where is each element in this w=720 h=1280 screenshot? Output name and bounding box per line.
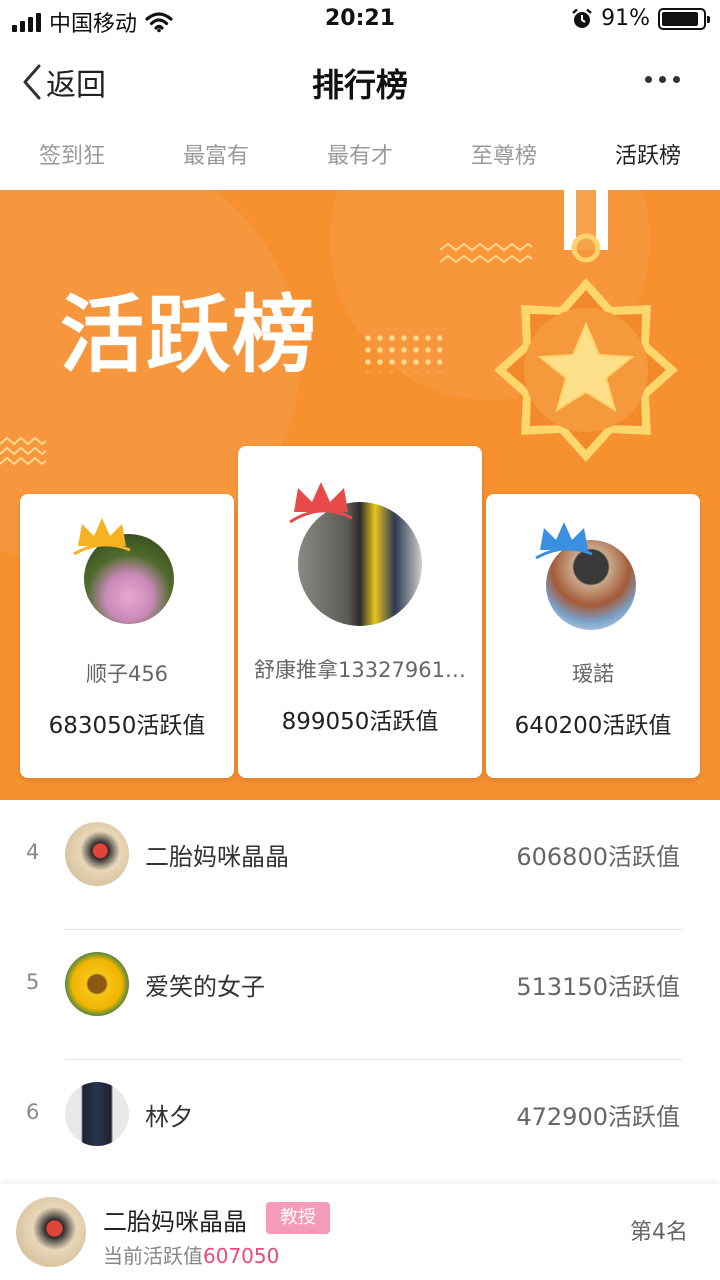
tab-active[interactable]: 活跃榜 — [576, 124, 720, 190]
podium-card-second[interactable]: 顺子456 683050活跃值 — [20, 494, 234, 778]
status-bar: 中国移动 20:21 91% — [0, 0, 720, 40]
avatar — [65, 1082, 129, 1146]
avatar — [65, 952, 129, 1016]
list-name: 林夕 — [145, 1103, 193, 1131]
alarm-icon — [572, 8, 592, 28]
tab-richest[interactable]: 最富有 — [144, 124, 288, 190]
podium-card-third[interactable]: 瑷諾 640200活跃值 — [486, 494, 700, 778]
list-name: 二胎妈咪晶晶 — [145, 843, 289, 871]
navigation-bar: 返回 排行榜 — [0, 40, 720, 124]
podium-score: 899050活跃值 — [281, 709, 439, 735]
my-avatar — [16, 1197, 86, 1267]
my-rank-bar: 二胎妈咪晶晶 教授 当前活跃值607050 第4名 — [0, 1184, 720, 1280]
podium-score: 683050活跃值 — [48, 713, 206, 739]
podium-name: 顺子456 — [85, 662, 169, 686]
my-name: 二胎妈咪晶晶 — [103, 1208, 247, 1236]
list-name: 爱笑的女子 — [145, 973, 265, 1001]
list-item[interactable]: 4 二胎妈咪晶晶 606800活跃值 — [0, 800, 720, 930]
tab-checkin[interactable]: 签到狂 — [0, 124, 144, 190]
avatar — [65, 822, 129, 886]
leaderboard-tabs: 签到狂 最富有 最有才 至尊榜 活跃榜 — [0, 124, 720, 190]
medal-icon — [494, 190, 678, 462]
banner-title: 活跃榜 — [60, 286, 319, 384]
zigzag-decoration — [0, 436, 46, 466]
more-menu-icon[interactable] — [645, 76, 680, 83]
current-value: 607050 — [203, 1244, 280, 1268]
my-rank: 第4名 — [630, 1220, 688, 1245]
list-item[interactable]: 6 林夕 472900活跃值 — [0, 1060, 720, 1190]
crown-icon — [535, 522, 593, 560]
podium-card-first[interactable]: 舒康推拿13327961… 899050活跃值 — [238, 446, 482, 778]
list-rank: 6 — [26, 1100, 40, 1124]
current-value-label: 当前活跃值 — [103, 1244, 203, 1268]
my-current-value: 当前活跃值607050 — [103, 1240, 279, 1269]
battery-percent: 91% — [601, 6, 650, 31]
avatar-third — [535, 522, 636, 630]
dots-decoration — [362, 332, 442, 372]
avatar-first — [289, 482, 422, 626]
list-score: 472900活跃值 — [516, 1103, 680, 1131]
status-right: 91% — [571, 6, 710, 31]
crown-icon — [289, 482, 353, 524]
tab-talented[interactable]: 最有才 — [288, 124, 432, 190]
tab-supreme[interactable]: 至尊榜 — [432, 124, 576, 190]
list-item[interactable]: 5 爱笑的女子 513150活跃值 — [0, 930, 720, 1060]
page-title: 排行榜 — [311, 66, 408, 104]
avatar-second — [73, 518, 174, 624]
podium-name: 瑷諾 — [572, 662, 614, 686]
battery-icon — [658, 7, 710, 30]
list-score: 606800活跃值 — [516, 843, 680, 871]
podium-name: 舒康推拿13327961… — [254, 658, 466, 682]
ranking-list: 4 二胎妈咪晶晶 606800活跃值 5 爱笑的女子 513150活跃值 6 林… — [0, 800, 720, 1190]
podium-score: 640200活跃值 — [514, 713, 672, 739]
level-badge: 教授 — [266, 1202, 330, 1234]
crown-icon — [73, 518, 131, 556]
list-score: 513150活跃值 — [516, 973, 680, 1001]
list-rank: 5 — [26, 970, 40, 994]
list-rank: 4 — [26, 840, 40, 864]
